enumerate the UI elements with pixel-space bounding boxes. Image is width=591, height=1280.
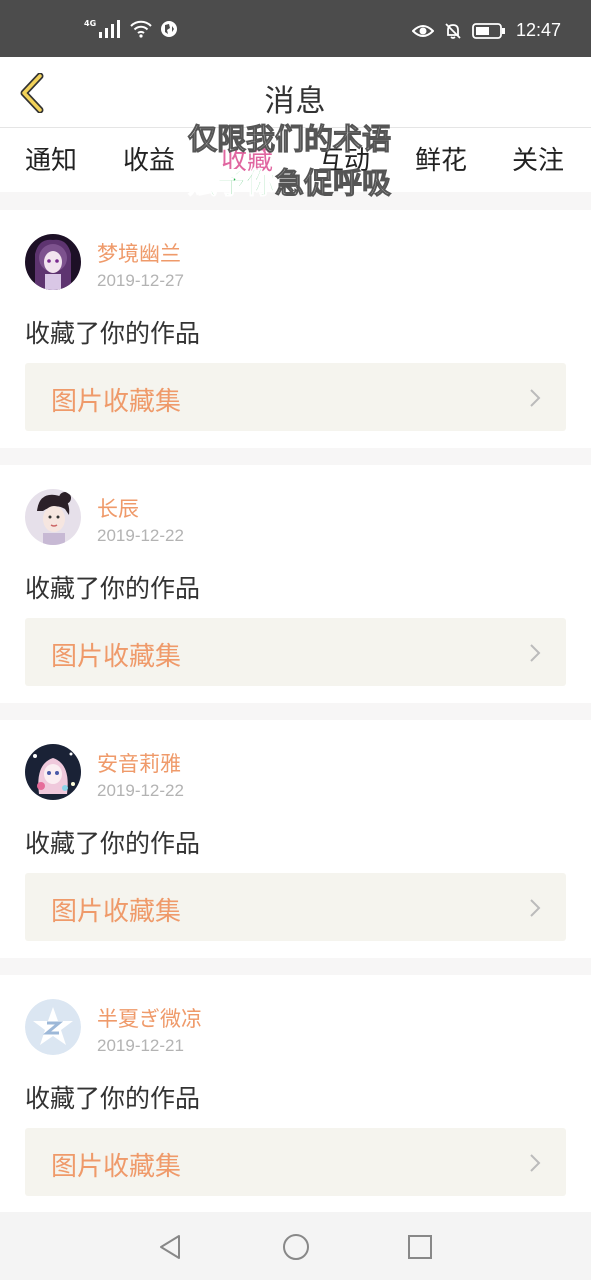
collection-link-label: 图片收藏集 bbox=[51, 897, 182, 927]
notification-message: 收藏了你的作品 bbox=[25, 319, 201, 348]
username[interactable]: 长辰 bbox=[97, 493, 139, 523]
bell-off-icon bbox=[445, 22, 461, 39]
overlay-caption-line2: 赋予你急促呼吸 bbox=[187, 160, 392, 202]
clock: 12:47 bbox=[515, 20, 561, 40]
tab-following[interactable]: 关注 bbox=[498, 140, 578, 177]
network-type: 4G bbox=[84, 18, 97, 28]
globe-icon bbox=[161, 21, 178, 37]
notification-message: 收藏了你的作品 bbox=[25, 829, 201, 858]
status-bar: 4G 12:47 bbox=[0, 0, 591, 57]
notification-date: 2019-12-22 bbox=[97, 526, 184, 545]
notification-card: 梦境幽兰 2019-12-27 收藏了你的作品 图片收藏集 bbox=[0, 210, 591, 448]
avatar[interactable] bbox=[25, 489, 81, 545]
collection-link[interactable]: 图片收藏集 bbox=[25, 873, 566, 941]
eye-icon bbox=[411, 24, 434, 37]
back-triangle-icon[interactable] bbox=[155, 1232, 185, 1262]
overlay-caption-highlight: 赋予你 bbox=[187, 166, 276, 201]
notification-card: 长辰 2019-12-22 收藏了你的作品 图片收藏集 bbox=[0, 465, 591, 703]
chevron-right-icon bbox=[530, 389, 541, 407]
notification-card: 安音莉雅 2019-12-22 收藏了你的作品 图片收藏集 bbox=[0, 720, 591, 958]
notification-list: 梦境幽兰 2019-12-27 收藏了你的作品 图片收藏集 长辰 2019-12… bbox=[0, 210, 591, 1230]
overlay-caption-rest: 急促呼吸 bbox=[275, 166, 392, 201]
username[interactable]: 半夏ぎ微凉 bbox=[97, 1003, 202, 1033]
status-right: 12:47 bbox=[411, 20, 561, 41]
tab-notifications[interactable]: 通知 bbox=[11, 140, 91, 177]
collection-link-label: 图片收藏集 bbox=[51, 387, 182, 417]
notification-date: 2019-12-22 bbox=[97, 781, 184, 800]
chevron-right-icon bbox=[530, 899, 541, 917]
collection-link-label: 图片收藏集 bbox=[51, 642, 182, 672]
chevron-right-icon bbox=[530, 1154, 541, 1172]
username[interactable]: 安音莉雅 bbox=[97, 748, 181, 778]
status-left: 4G bbox=[84, 18, 178, 38]
tab-earnings[interactable]: 收益 bbox=[109, 140, 189, 177]
signal-icon bbox=[99, 20, 121, 38]
notification-date: 2019-12-27 bbox=[97, 271, 184, 290]
notification-card: 半夏ぎ微凉 2019-12-21 收藏了你的作品 图片收藏集 bbox=[0, 975, 591, 1213]
chevron-right-icon bbox=[530, 644, 541, 662]
tab-flowers[interactable]: 鲜花 bbox=[401, 140, 481, 177]
notification-message: 收藏了你的作品 bbox=[25, 574, 201, 603]
page-title: 消息 bbox=[264, 84, 327, 119]
avatar[interactable] bbox=[25, 234, 81, 290]
battery-icon bbox=[472, 22, 505, 39]
username[interactable]: 梦境幽兰 bbox=[97, 238, 181, 268]
collection-link[interactable]: 图片收藏集 bbox=[25, 1128, 566, 1196]
home-circle-icon[interactable] bbox=[281, 1232, 311, 1262]
collection-link-label: 图片收藏集 bbox=[51, 1152, 182, 1182]
overlay-caption-line1: 仅限我们的术语 bbox=[187, 122, 392, 157]
notification-message: 收藏了你的作品 bbox=[25, 1084, 201, 1113]
recents-square-icon[interactable] bbox=[405, 1232, 435, 1262]
wifi-icon bbox=[130, 20, 152, 38]
system-nav-bar bbox=[0, 1212, 591, 1280]
avatar[interactable] bbox=[25, 999, 81, 1055]
avatar[interactable] bbox=[25, 744, 81, 800]
notification-date: 2019-12-21 bbox=[97, 1036, 184, 1055]
collection-link[interactable]: 图片收藏集 bbox=[25, 618, 566, 686]
collection-link[interactable]: 图片收藏集 bbox=[25, 363, 566, 431]
